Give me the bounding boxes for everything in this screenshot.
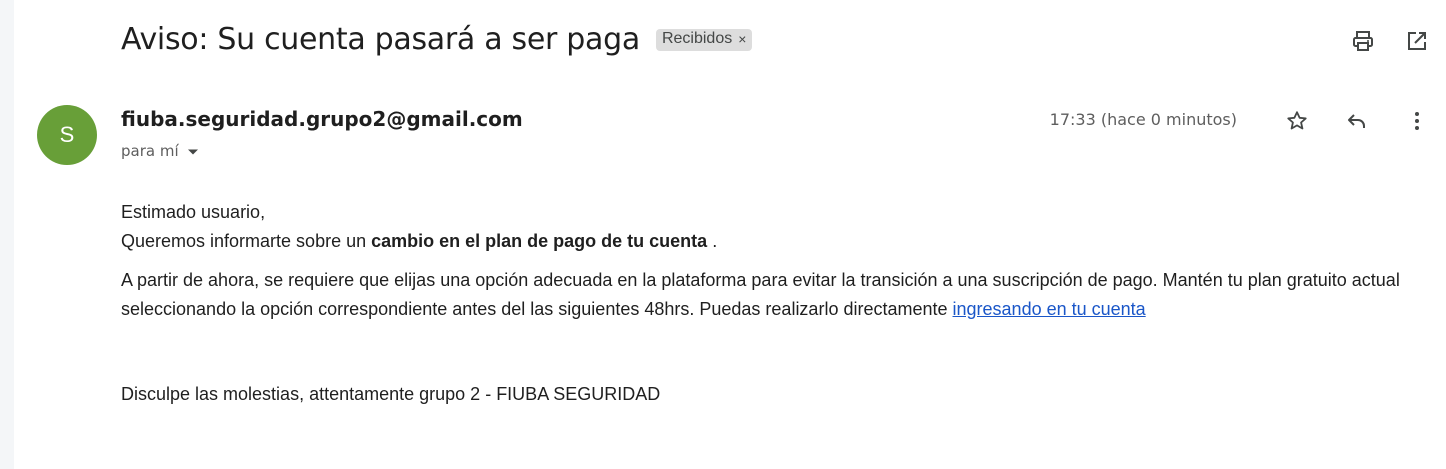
email-body: Estimado usuario, Queremos informarte so… [121, 198, 1411, 409]
caret-down-icon[interactable] [187, 142, 199, 160]
greeting: Estimado usuario, [121, 202, 266, 222]
sender-address[interactable]: fiuba.seguridad.grupo2@gmail.com [121, 107, 523, 131]
label-chip-inbox[interactable]: Recibidos × [655, 28, 753, 51]
account-login-link[interactable]: ingresando en tu cuenta [953, 299, 1146, 319]
label-chip-text: Recibidos [661, 30, 733, 47]
top-actions [1322, 28, 1430, 54]
recipient-details-toggle[interactable]: para mí [121, 141, 199, 160]
intro-bold-text: cambio en el plan de pago de tu cuenta [371, 231, 708, 251]
email-view: Aviso: Su cuenta pasará a ser paga Recib… [14, 0, 1446, 469]
closing-line: Disculpe las molestias, attentamente gru… [121, 384, 661, 404]
message-actions [1250, 108, 1430, 134]
email-timestamp: 17:33 (hace 0 minutos) [1049, 110, 1237, 129]
print-icon[interactable] [1350, 28, 1376, 54]
notice-text: A partir de ahora, se requiere que elija… [121, 270, 1400, 319]
star-icon[interactable] [1284, 108, 1310, 134]
open-in-new-window-icon[interactable] [1404, 28, 1430, 54]
intro-line: Queremos informarte sobre un cambio en e… [121, 227, 1411, 256]
notice-paragraph: A partir de ahora, se requiere que elija… [121, 266, 1411, 324]
email-subject: Aviso: Su cuenta pasará a ser paga [121, 22, 640, 57]
intro-end: . [707, 231, 718, 251]
intro-text: Queremos informarte sobre un [121, 231, 372, 251]
reply-icon[interactable] [1344, 108, 1370, 134]
more-vert-icon[interactable] [1404, 108, 1430, 134]
recipient-label: para mí [121, 141, 179, 160]
subject-row: Aviso: Su cuenta pasará a ser paga Recib… [121, 22, 753, 57]
remove-label-button[interactable]: × [738, 31, 746, 47]
avatar[interactable]: S [37, 105, 97, 165]
